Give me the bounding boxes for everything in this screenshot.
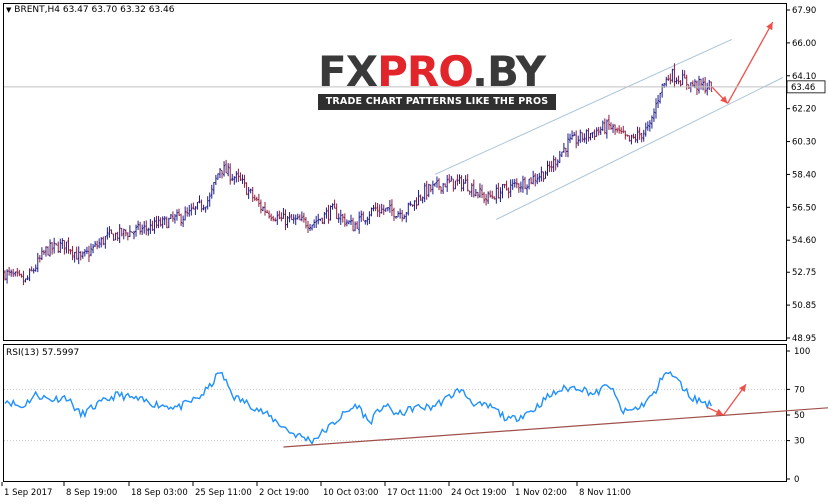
rsi-tick-label: 100 (794, 347, 810, 357)
price-tick-label: 66.00 (792, 39, 816, 49)
price-tick-label: 48.95 (792, 334, 816, 344)
grid-lines (4, 388, 786, 442)
time-tick-label: 1 Sep 2017 (4, 488, 52, 498)
time-tick-label: 17 Oct 11:00 (387, 488, 442, 498)
price-tick-label: 62.20 (792, 105, 816, 115)
current-price-label: 63.46 (791, 83, 815, 93)
rsi-label: RSI(13) 57.5997 (6, 348, 80, 358)
arrow-shaft (727, 21, 774, 104)
time-tick-label: 8 Sep 19:00 (66, 488, 117, 498)
rsi-tick-label: 70 (794, 385, 805, 395)
symbol-label: BRENT,H4 (14, 5, 60, 15)
symbol-header: ▼ BRENT,H4 63.47 63.70 63.32 63.46 (6, 5, 175, 15)
logo-wordmark: FXPRO.BY (318, 47, 546, 96)
time-axis: 1 Sep 2017 8 Sep 19:00 18 Sep 03:00 25 Sep … (1, 482, 631, 498)
dropdown-triangle-icon[interactable]: ▼ (6, 6, 11, 14)
rsi-tick-label: 30 (794, 437, 805, 447)
price-tick-label: 60.30 (792, 138, 816, 148)
arrow-head (739, 384, 747, 393)
rsi-header: RSI(13) 57.5997 (6, 348, 79, 358)
forecast-arrows (706, 21, 774, 416)
fxpro-logo: FXPRO.BY TRADE CHART PATTERNS LIKE THE P… (318, 50, 556, 112)
rsi-trend-segment (283, 407, 828, 448)
price-tick-label: 52.75 (792, 268, 816, 278)
price-tick-label: 67.90 (792, 6, 816, 16)
price-tick-label: 56.50 (792, 203, 816, 213)
rsi-line (4, 371, 712, 446)
time-tick-label: 25 Sep 11:00 (195, 488, 252, 498)
rsi-tick-label: 50 (794, 411, 805, 421)
price-tick-label: 58.40 (792, 170, 816, 180)
price-tick-label: 54.60 (792, 236, 816, 246)
price-tick-label: 64.10 (792, 72, 816, 82)
price-tick-label: 50.85 (792, 301, 816, 311)
rsi-axis: 100 70 50 30 0 (786, 347, 810, 485)
ohlc-values: 63.47 63.70 63.32 63.46 (62, 5, 175, 15)
rsi-series (4, 371, 712, 446)
time-tick-label: 1 Nov 02:00 (515, 488, 567, 498)
rsi-trend-line (283, 407, 828, 448)
time-tick-label: 10 Oct 03:00 (323, 488, 378, 498)
time-tick-label: 2 Oct 19:00 (259, 488, 309, 498)
rsi-tick-label: 0 (794, 475, 799, 485)
time-tick-label: 18 Sep 03:00 (131, 488, 188, 498)
price-axis: 67.90 66.00 64.10 62.20 60.30 58.40 56.50 54.60… (786, 6, 816, 344)
logo-tagline: TRADE CHART PATTERNS LIKE THE PROS (318, 94, 556, 110)
time-tick-label: 8 Nov 11:00 (579, 488, 631, 498)
time-tick-label: 24 Oct 19:00 (451, 488, 506, 498)
trading-terminal: 67.90 66.00 64.10 62.20 60.30 58.40 56.50 54.60… (0, 0, 828, 504)
